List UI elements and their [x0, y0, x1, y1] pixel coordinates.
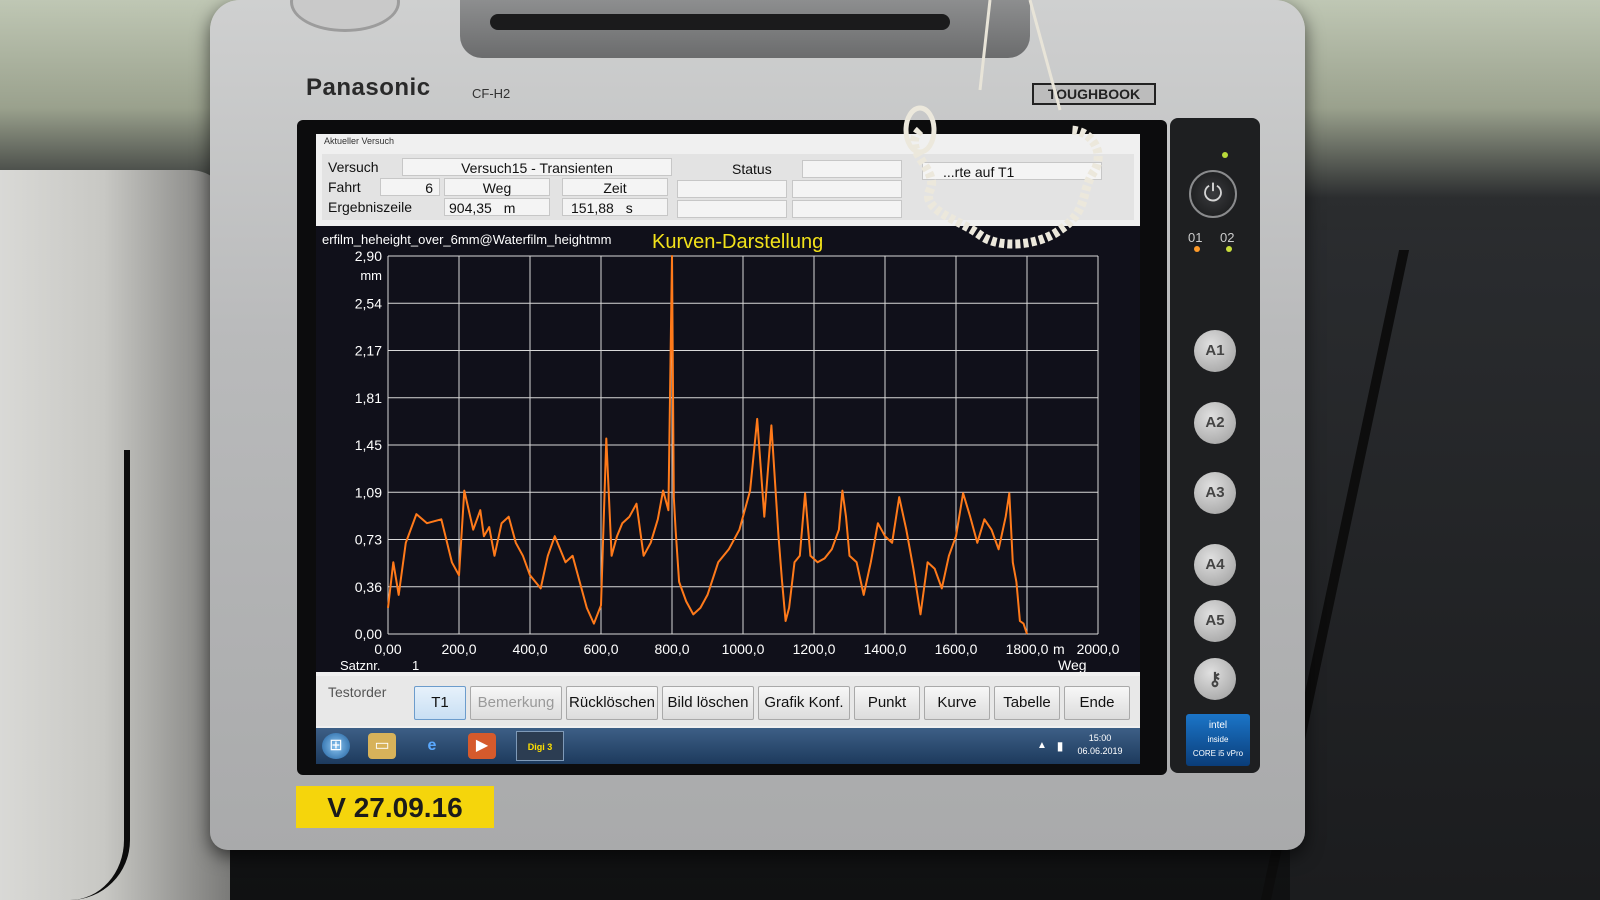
x-tick-label: 600,0 — [583, 641, 618, 657]
button-bar: Testorder T1 Bemerkung Rücklöschen Bild … — [316, 676, 1140, 726]
t1-button[interactable]: T1 — [414, 686, 466, 720]
punkt-button[interactable]: Punkt — [854, 686, 920, 720]
key-button-icon[interactable]: ⚷ — [1194, 658, 1236, 700]
y-tick-label: 2,90 — [355, 248, 382, 264]
bemerkung-button[interactable]: Bemerkung — [470, 686, 562, 720]
digi3-taskbar-button[interactable]: Digi 3 — [516, 731, 564, 761]
fahrt-value: 6 — [380, 178, 440, 196]
intel-inside: inside — [1207, 735, 1229, 744]
testorder-label: Testorder — [328, 684, 387, 700]
a4-button[interactable]: A4 — [1194, 544, 1236, 586]
side-control-panel: ⏻ 01 02 A1 A2 A3 A4 A5 ⚷ intel inside CO… — [1170, 118, 1260, 773]
intel-core: CORE i5 vPro — [1192, 749, 1244, 758]
intel-logo: intel — [1208, 720, 1228, 731]
drive-2-led-icon — [1226, 246, 1232, 252]
versuch-value: Versuch15 - Transienten — [402, 158, 672, 176]
weg-number: 904,35 — [449, 200, 492, 216]
status-label: Status — [732, 161, 772, 177]
y-tick-label: 1,81 — [355, 390, 382, 406]
start-orb-icon[interactable]: ⊞ — [322, 733, 350, 759]
channel-name: erfilm_heheight_over_6mm@Waterfilm_heigh… — [322, 232, 611, 247]
drive-2-label: 02 — [1220, 230, 1235, 245]
brand-logo: Panasonic — [306, 74, 431, 101]
field-empty — [792, 200, 902, 218]
stylus[interactable] — [490, 14, 950, 30]
x-tick-label: 800,0 — [654, 641, 689, 657]
kurve-button[interactable]: Kurve — [924, 686, 990, 720]
field-empty — [677, 180, 787, 198]
zeit-unit: s — [625, 200, 633, 216]
x-tick-label: 1400,0 — [864, 641, 907, 657]
bild-loeschen-button[interactable]: Bild löschen — [662, 686, 754, 720]
power-led-icon — [1222, 152, 1228, 158]
y-tick-label: 1,45 — [355, 437, 382, 453]
window-title: Aktueller Versuch — [324, 136, 395, 146]
ergebnis-label: Ergebniszeile — [328, 199, 413, 215]
a1-button[interactable]: A1 — [1194, 330, 1236, 372]
folder-icon[interactable]: ▭ — [368, 733, 396, 759]
internet-explorer-icon[interactable]: e — [418, 733, 446, 759]
satz-value: 1 — [412, 658, 419, 672]
fahrt-label: Fahrt — [328, 179, 361, 195]
versuch-label: Versuch — [328, 159, 379, 175]
x-tick-label: 0,00 — [374, 641, 401, 657]
x-tick-label: 1200,0 — [793, 641, 836, 657]
a5-button[interactable]: A5 — [1194, 600, 1236, 642]
y-tick-label: 2,17 — [355, 343, 382, 359]
weg-unit: m — [503, 200, 516, 216]
clock-time: 15:00 — [1088, 733, 1112, 743]
intel-badge: intel inside CORE i5 vPro — [1186, 714, 1250, 766]
x-tick-label: 1600,0 — [935, 641, 978, 657]
zeit-label: Zeit — [562, 178, 668, 196]
drive-1-label: 01 — [1188, 230, 1203, 245]
ende-button[interactable]: Ende — [1064, 686, 1130, 720]
satz-label: Satznr. — [340, 658, 380, 672]
drive-1-led-icon — [1194, 246, 1200, 252]
a3-button[interactable]: A3 — [1194, 472, 1236, 514]
x-unit-label: m — [1053, 641, 1065, 657]
y-tick-label: 1,09 — [355, 484, 382, 500]
weg-label: Weg — [444, 178, 550, 196]
x-axis-label: Weg — [1058, 657, 1087, 672]
y-tick-label: 2,54 — [355, 295, 382, 311]
clock-date: 06.06.2019 — [1077, 746, 1123, 756]
status-field — [802, 160, 902, 178]
version-sticker: V 27.09.16 — [296, 786, 494, 828]
taskbar: ⊞ ▭ e ▶ Digi 3 ▲ ▮ 15:00 06.06.2019 — [316, 728, 1140, 764]
grafik-konf-button[interactable]: Grafik Konf. — [758, 686, 850, 720]
y-tick-label: 0,00 — [355, 626, 382, 642]
chart-title: Kurven-Darstellung — [652, 231, 823, 253]
field-empty — [792, 180, 902, 198]
a2-button[interactable]: A2 — [1194, 402, 1236, 444]
line-chart: erfilm_heheight_over_6mm@Waterfilm_heigh… — [322, 231, 1120, 672]
zeit-number: 151,88 — [571, 200, 614, 216]
model-label: CF-H2 — [472, 86, 511, 101]
y-unit-label: mm — [360, 268, 382, 283]
ruecklöschen-button[interactable]: Rücklöschen — [566, 686, 658, 720]
cable — [10, 450, 130, 900]
tabelle-button[interactable]: Tabelle — [994, 686, 1060, 720]
y-tick-label: 0,73 — [355, 532, 382, 548]
media-player-icon[interactable]: ▶ — [468, 733, 496, 759]
chart-panel: erfilm_heheight_over_6mm@Waterfilm_heigh… — [316, 226, 1140, 672]
x-tick-label: 1800,0 — [1006, 641, 1049, 657]
x-tick-label: 2000,0 — [1077, 641, 1120, 657]
clock[interactable]: 15:00 06.06.2019 — [1070, 732, 1130, 758]
y-tick-label: 0,36 — [355, 579, 382, 595]
zeit-value: 151,88 s — [562, 198, 668, 216]
field-empty — [677, 200, 787, 218]
x-tick-label: 1000,0 — [722, 641, 765, 657]
x-tick-label: 200,0 — [441, 641, 476, 657]
x-tick-label: 400,0 — [512, 641, 547, 657]
weg-value: 904,35 m — [444, 198, 550, 216]
power-button-icon[interactable]: ⏻ — [1189, 170, 1237, 218]
lanyard-coil — [903, 0, 1103, 249]
